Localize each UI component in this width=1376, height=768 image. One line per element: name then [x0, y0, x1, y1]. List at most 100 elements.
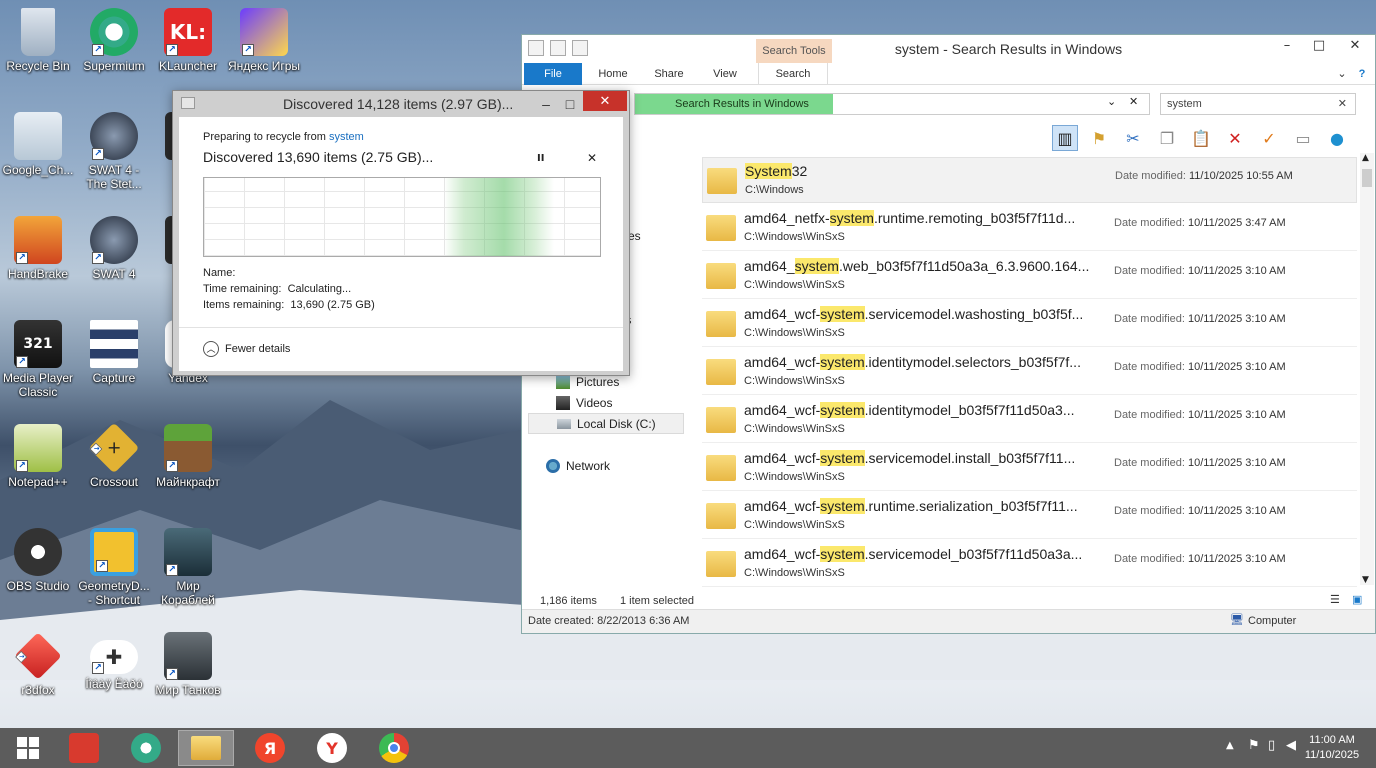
search-results-list: System32 C:\Windows Date modified: 11/10…: [702, 157, 1362, 605]
desktop-icon-swat4-stetchkov[interactable]: ↗ SWAT 4 - The Stet...: [77, 112, 151, 191]
file-name: amd64_system.web_b03f5f7f11d50a3a_6.3.96…: [744, 258, 1090, 274]
address-dropdown-chevron-icon[interactable]: ⌄: [1107, 95, 1116, 108]
list-item[interactable]: amd64_wcf-system.identitymodel.selectors…: [702, 349, 1357, 395]
clock[interactable]: 11:00 AM 11/10/2025: [1300, 733, 1364, 763]
desktop-icon-swat4[interactable]: ↗ SWAT 4: [77, 216, 151, 281]
dialog-app-icon: [181, 97, 195, 109]
taskbar-google-chrome[interactable]: [366, 730, 422, 766]
folder-icon: [706, 551, 736, 577]
large-icons-view-icon[interactable]: ▣: [1352, 593, 1362, 606]
desktop-icon-notepad-plus-plus[interactable]: ↗ Notepad++: [1, 424, 75, 489]
show-hidden-icons-icon[interactable]: ▲: [1226, 740, 1234, 751]
organize-icon[interactable]: ⚑: [1086, 125, 1112, 151]
checkmark-icon[interactable]: ✓: [1256, 125, 1282, 151]
status-bar: 1,186 items 1 item selected ☰ ▣: [522, 587, 1375, 609]
list-item[interactable]: amd64_netfx-system.runtime.remoting_b03f…: [702, 205, 1357, 251]
network-status-icon[interactable]: ▯: [1268, 738, 1275, 753]
clear-address-icon[interactable]: ✕: [1129, 95, 1138, 108]
recycle-bin-icon: [21, 8, 55, 56]
preview-pane-icon[interactable]: ▥: [1052, 125, 1078, 151]
file-path: C:\Windows: [745, 184, 804, 196]
maximize-button[interactable]: □: [1304, 35, 1334, 57]
desktop-icon-crossout[interactable]: ✕ ↗ Crossout: [77, 422, 151, 489]
desktop-icon-geometry-dash[interactable]: ↗ GeometryD... - Shortcut: [77, 528, 151, 607]
list-item[interactable]: amd64_wcf-system.runtime.serialization_b…: [702, 493, 1357, 539]
start-button[interactable]: [0, 730, 56, 766]
desktop-icon-capture[interactable]: Capture: [77, 320, 151, 385]
desktop-icon-media-player-classic[interactable]: 321 ↗ Media Player Classic: [1, 320, 75, 399]
close-button[interactable]: ✕: [1340, 35, 1370, 57]
desktop-icon-handbrake[interactable]: ↗ HandBrake: [1, 216, 75, 281]
scroll-down-icon[interactable]: ▼: [1362, 575, 1369, 585]
minimize-button[interactable]: –: [1272, 35, 1302, 57]
clear-search-icon[interactable]: ✕: [1338, 94, 1347, 114]
address-bar[interactable]: Search Results in Windows ⌄ ✕: [634, 93, 1150, 115]
nav-item-videos[interactable]: Videos: [556, 396, 612, 410]
pause-button[interactable]: II: [537, 153, 544, 164]
desktop-icon-klauncher[interactable]: KL: ↗ KLauncher: [151, 8, 225, 73]
breadcrumb[interactable]: Search Results in Windows: [635, 94, 833, 114]
desktop-icon-obs-studio[interactable]: OBS Studio: [1, 528, 75, 593]
dialog-close-button[interactable]: ✕: [583, 91, 627, 111]
tab-share[interactable]: Share: [644, 63, 694, 85]
taskbar-yandex[interactable]: Y: [304, 730, 360, 766]
vertical-scrollbar[interactable]: ▲ ▼: [1360, 153, 1374, 585]
rename-icon[interactable]: ▭: [1290, 125, 1316, 151]
desktop-icon-mir-tankov[interactable]: ↗ Мир Танков: [151, 632, 225, 697]
scroll-up-icon[interactable]: ▲: [1362, 153, 1369, 163]
desktop-icon-yandex-games[interactable]: ↗ Яндекс Игры: [227, 8, 301, 73]
list-item[interactable]: amd64_wcf-system.servicemodel.washosting…: [702, 301, 1357, 347]
desktop-icon-google-chrome[interactable]: Google_Ch...: [1, 112, 75, 177]
paste-icon[interactable]: 📋: [1188, 125, 1214, 151]
taskbar-supermium[interactable]: [118, 730, 174, 766]
desktop-icon-r3dfox[interactable]: ↗ r3dfox: [1, 632, 75, 697]
dialog-maximize-button[interactable]: □: [559, 91, 581, 117]
nav-item-local-disk[interactable]: Local Disk (C:): [528, 413, 684, 434]
desktop-icon-gamepad[interactable]: ✚ ↗ Íîâàÿ Ëàðó: [77, 632, 151, 691]
list-item[interactable]: amd64_wcf-system.servicemodel.install_b0…: [702, 445, 1357, 491]
desktop-icon-recycle-bin[interactable]: Recycle Bin: [1, 8, 75, 73]
taskbar: Я Y ▲ ⚑ ▯ ◀ 11:00 AM 11/10/2025: [0, 728, 1376, 768]
list-item[interactable]: amd64_wcf-system.servicemodel_b03f5f7f11…: [702, 541, 1357, 587]
pictures-icon: [556, 375, 570, 389]
list-item[interactable]: System32 C:\Windows Date modified: 11/10…: [702, 157, 1357, 203]
explorer-titlebar[interactable]: Search Tools system - Search Results in …: [522, 35, 1375, 63]
tab-file[interactable]: File: [524, 63, 582, 85]
taskbar-yandex-browser[interactable]: Я: [242, 730, 298, 766]
taskbar-r3dfox[interactable]: [56, 730, 112, 766]
tab-search[interactable]: Search: [758, 63, 828, 85]
file-path: C:\Windows\WinSxS: [744, 519, 845, 531]
taskbar-file-explorer[interactable]: [178, 730, 234, 766]
delete-icon[interactable]: ✕: [1222, 125, 1248, 151]
dialog-titlebar[interactable]: Discovered 14,128 items (2.97 GB)... – □…: [173, 91, 629, 117]
search-input[interactable]: system ✕: [1160, 93, 1356, 115]
file-explorer-icon: [191, 736, 221, 760]
help-icon[interactable]: ?: [1354, 63, 1370, 85]
details-view-icon[interactable]: ☰: [1330, 593, 1340, 606]
list-item[interactable]: amd64_wcf-system.identitymodel_b03f5f7f1…: [702, 397, 1357, 443]
scrollbar-thumb[interactable]: [1362, 169, 1372, 187]
nav-item-pictures[interactable]: Pictures: [556, 375, 619, 389]
action-center-icon[interactable]: ⚑: [1248, 738, 1260, 753]
file-path: C:\Windows\WinSxS: [744, 327, 845, 339]
shortcut-arrow-icon: ↗: [242, 44, 254, 56]
nav-item-network[interactable]: Network: [546, 459, 610, 473]
fewer-details-toggle[interactable]: ︿ Fewer details: [203, 341, 290, 357]
volume-icon[interactable]: ◀: [1286, 738, 1296, 753]
ribbon-expand-chevron-icon[interactable]: ⌄: [1334, 63, 1350, 85]
date-created: Date created: 8/22/2013 6:36 AM: [528, 615, 690, 627]
cut-icon[interactable]: ✂: [1120, 125, 1146, 151]
file-name: System32: [745, 163, 808, 179]
desktop-icon-minecraft[interactable]: ↗ Майнкрафт: [151, 424, 225, 489]
dialog-minimize-button[interactable]: –: [535, 91, 557, 117]
mir-tankov-icon: ↗: [164, 632, 212, 680]
copy-icon[interactable]: ❐: [1154, 125, 1180, 151]
desktop-icon-supermium[interactable]: ↗ Supermium: [77, 8, 151, 73]
source-link[interactable]: system: [329, 131, 364, 143]
globe-icon[interactable]: ●: [1324, 125, 1350, 151]
cancel-button[interactable]: ✕: [587, 151, 597, 165]
desktop-icon-mir-korabley[interactable]: ↗ Мир Кораблей: [151, 528, 225, 607]
tab-view[interactable]: View: [700, 63, 750, 85]
tab-home[interactable]: Home: [588, 63, 638, 85]
list-item[interactable]: amd64_system.web_b03f5f7f11d50a3a_6.3.96…: [702, 253, 1357, 299]
